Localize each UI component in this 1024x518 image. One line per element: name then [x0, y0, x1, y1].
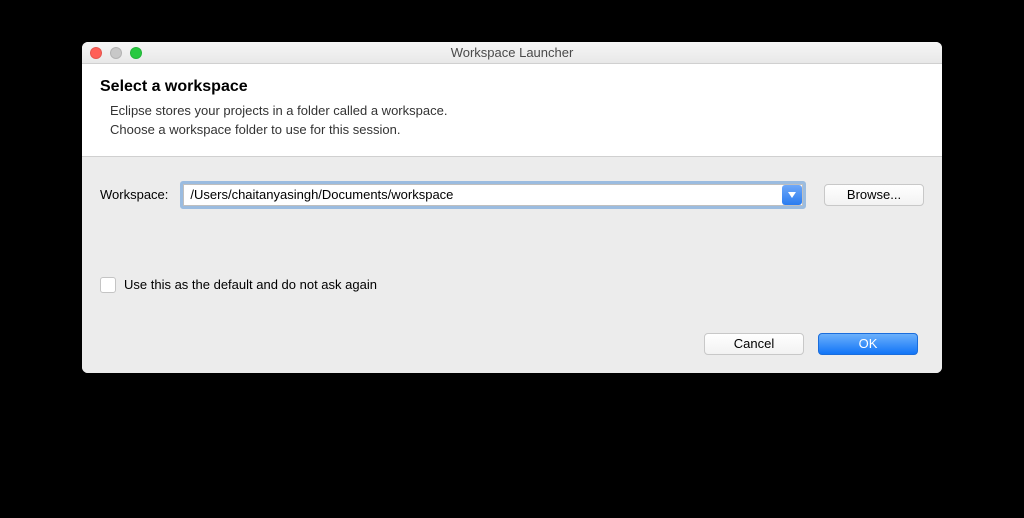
titlebar: Workspace Launcher [82, 42, 942, 64]
default-checkbox-label: Use this as the default and do not ask a… [124, 277, 377, 292]
workspace-launcher-dialog: Workspace Launcher Select a workspace Ec… [82, 42, 942, 373]
workspace-row: Workspace: Browse... [100, 181, 924, 209]
dialog-description: Eclipse stores your projects in a folder… [100, 102, 924, 140]
button-row: Cancel OK [100, 333, 924, 355]
traffic-lights [90, 47, 142, 59]
workspace-label: Workspace: [100, 187, 168, 202]
window-title: Workspace Launcher [82, 45, 942, 60]
description-line-1: Eclipse stores your projects in a folder… [110, 102, 924, 121]
browse-button[interactable]: Browse... [824, 184, 924, 206]
close-icon[interactable] [90, 47, 102, 59]
dialog-heading: Select a workspace [100, 78, 924, 96]
workspace-input[interactable] [183, 184, 803, 206]
minimize-icon [110, 47, 122, 59]
workspace-combobox[interactable] [180, 181, 806, 209]
default-checkbox-row: Use this as the default and do not ask a… [100, 277, 924, 293]
description-line-2: Choose a workspace folder to use for thi… [110, 121, 924, 140]
ok-button[interactable]: OK [818, 333, 918, 355]
maximize-icon[interactable] [130, 47, 142, 59]
body-section: Workspace: Browse... Use this as the def… [82, 157, 942, 373]
default-checkbox[interactable] [100, 277, 116, 293]
header-section: Select a workspace Eclipse stores your p… [82, 64, 942, 157]
chevron-down-icon[interactable] [782, 185, 802, 205]
cancel-button[interactable]: Cancel [704, 333, 804, 355]
